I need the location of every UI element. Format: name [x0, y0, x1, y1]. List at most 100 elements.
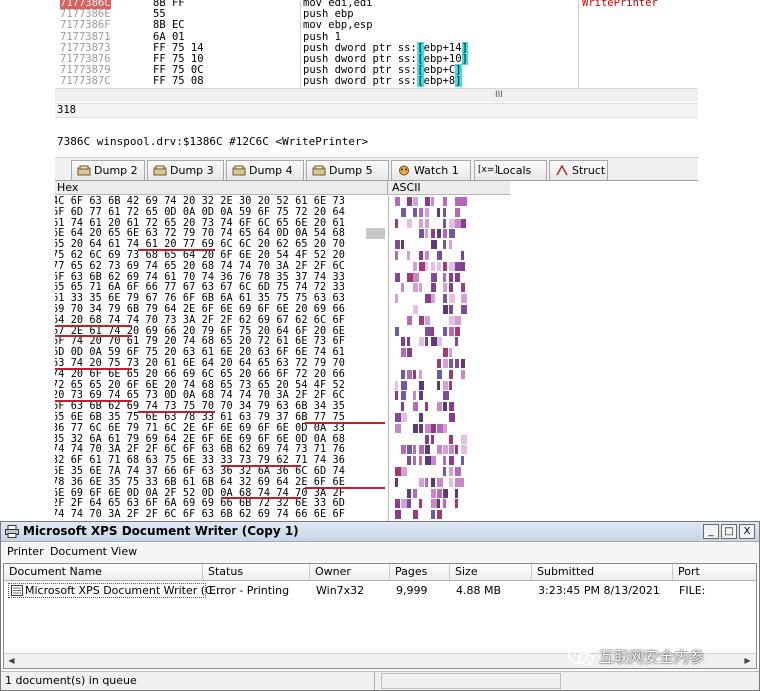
ascii-pixel-block: [419, 315, 424, 325]
ascii-pixel-block: [431, 456, 436, 466]
watermark: 互联网安全内参: [565, 643, 704, 671]
ascii-pixel-block: [425, 218, 429, 228]
hex-row[interactable]: 74 74 70 3A 2F 2F 6C 6F 63 6B 62 69 74 7…: [55, 444, 345, 455]
ascii-pixel-block: [443, 402, 447, 412]
ascii-pixel-block: [395, 391, 398, 401]
ascii-pixel-block: [449, 402, 454, 412]
hex-row[interactable]: 69 70 34 79 6B 79 64 2E 6F 6E 69 6F 6E 2…: [55, 304, 345, 315]
locals-prefix: [x=]: [478, 165, 498, 175]
disasm-comment: WritePrinter: [582, 0, 658, 9]
menu-printer[interactable]: Printer: [5, 543, 46, 561]
ascii-pixel-block: [425, 337, 428, 347]
ascii-pixel-block: [431, 326, 434, 336]
ascii-column-header[interactable]: ASCII: [392, 181, 421, 194]
title-bar[interactable]: Microsoft XPS Document Writer (Copy 1) _…: [1, 522, 759, 542]
col-status[interactable]: Status: [203, 564, 310, 581]
ascii-pixel-block: [419, 229, 424, 239]
dump-icon: [312, 165, 326, 176]
tab-dump-2[interactable]: Dump 2: [71, 160, 145, 180]
ascii-pixel-block: [419, 369, 422, 379]
hex-row[interactable]: 74 20 6F 6E 65 20 66 69 6C 65 20 66 6F 7…: [55, 369, 345, 380]
col-owner[interactable]: Owner: [310, 564, 390, 581]
hex-row[interactable]: 78 36 6E 35 75 33 6B 61 6B 64 32 69 64 2…: [55, 477, 345, 488]
hex-row[interactable]: 36 77 6C 6E 79 71 6C 2E 6F 6E 69 6F 6E 0…: [55, 423, 345, 434]
hex-row[interactable]: 72 65 65 20 6F 6E 20 74 68 65 73 65 20 5…: [55, 380, 345, 391]
ascii-pixel-block: [449, 369, 453, 379]
hex-row[interactable]: 6E 64 20 65 6E 63 72 79 70 74 65 64 0D 0…: [55, 228, 345, 239]
ascii-pixel-block: [443, 456, 446, 466]
scroll-thumb-grip[interactable]: III: [495, 90, 503, 100]
disasm-bytes: FF 75 08: [153, 75, 204, 88]
ascii-pixel-block: [425, 402, 428, 412]
printer-icon: [5, 525, 19, 538]
tab-locals[interactable]: Locals [x=]: [474, 160, 547, 180]
hex-row[interactable]: 2F 2F 64 65 63 6F 6A 69 69 66 6B 72 32 6…: [55, 498, 345, 509]
hex-row[interactable]: 77 65 62 73 69 74 65 20 68 74 74 70 3A 2…: [55, 261, 345, 272]
scroll-left-icon[interactable]: ◀: [4, 654, 19, 668]
ascii-pixel-block: [437, 261, 441, 271]
menu-view[interactable]: View: [109, 543, 139, 561]
ascii-pixel-block: [443, 488, 448, 498]
hex-row[interactable]: 35 32 6A 61 79 69 64 2E 6F 6E 69 6F 6E 0…: [55, 434, 345, 445]
col-size[interactable]: Size: [450, 564, 532, 581]
tab-dump-4[interactable]: Dump 4: [226, 160, 304, 180]
col-port[interactable]: Port: [673, 564, 756, 581]
hex-row[interactable]: 61 74 61 20 61 72 65 20 73 74 6F 6C 65 6…: [55, 218, 345, 229]
ascii-pixel-block: [419, 283, 422, 293]
ascii-pixel-block: [419, 207, 423, 217]
hex-column-header[interactable]: Hex: [57, 181, 78, 194]
ascii-pixel-block: [443, 272, 446, 282]
ascii-pixel-block: [419, 380, 424, 390]
ascii-pixel-block: [449, 380, 452, 390]
menu-document[interactable]: Document: [48, 543, 109, 561]
dump-pane[interactable]: Hex ASCII 4C 6F 63 6B 42 69 74 20 32 2E …: [55, 181, 510, 521]
scroll-right-icon[interactable]: ▶: [740, 654, 755, 668]
hex-row[interactable]: 6F 6D 77 61 72 65 0D 0A 0D 0A 59 6F 75 7…: [55, 207, 345, 218]
ascii-pixel-block: [413, 391, 416, 401]
ascii-pixel-block: [431, 272, 437, 282]
ascii-pixel-block: [449, 467, 453, 476]
hex-row[interactable]: 74 74 70 3A 2F 2F 6C 6F 63 6B 62 69 74 6…: [55, 509, 345, 520]
ascii-pixel-block: [443, 305, 448, 314]
ascii-pixel-block: [395, 499, 400, 509]
ascii-pixel-block: [395, 477, 398, 487]
col-submitted[interactable]: Submitted: [532, 564, 673, 581]
tab-struct[interactable]: Struct: [549, 160, 608, 180]
minimize-button[interactable]: _: [703, 524, 719, 539]
tab-dump-3[interactable]: Dump 3: [147, 160, 224, 180]
hex-area[interactable]: 4C 6F 63 6B 42 69 74 20 32 2E 30 20 52 6…: [55, 196, 387, 521]
hex-row[interactable]: 65 65 71 6A 6F 66 77 67 63 67 6C 6D 75 7…: [55, 282, 345, 293]
hex-row[interactable]: 6D 0D 0A 59 6F 75 20 63 61 6E 20 63 6F 6…: [55, 347, 345, 358]
ascii-pixel-block: [419, 391, 423, 401]
annotation-underline: [55, 335, 132, 338]
ascii-pixel-block: [443, 391, 449, 401]
hex-row[interactable]: 6F 74 20 70 61 79 20 74 68 65 20 72 61 6…: [55, 336, 345, 347]
tab-watch-1[interactable]: Watch 1: [391, 160, 471, 180]
ascii-pixel-block: [413, 456, 416, 466]
disassembly-hscroll[interactable]: III: [55, 88, 698, 102]
maximize-button[interactable]: □: [721, 524, 737, 539]
col-pages[interactable]: Pages: [390, 564, 450, 581]
hex-row[interactable]: 32 6F 61 71 68 63 75 6E 33 33 73 79 62 7…: [55, 455, 345, 466]
ascii-pixel-block: [461, 434, 467, 444]
ascii-pixel-block: [455, 445, 458, 455]
hex-row[interactable]: 75 62 6C 69 73 68 65 64 20 6F 6E 20 54 4…: [55, 250, 345, 261]
hex-row[interactable]: 6E 69 6F 6E 0D 0A 2F 52 0D 0A 68 74 74 7…: [55, 488, 345, 499]
hex-row[interactable]: 6E 35 6E 7A 74 37 66 6F 63 36 32 6A 36 6…: [55, 466, 345, 477]
ascii-pixel-block: [425, 477, 428, 487]
table-row[interactable]: Microsoft XPS Document Writer (C... Erro…: [4, 582, 756, 599]
ascii-pixel-block: [455, 499, 458, 509]
disasm-address: 7177387C: [60, 75, 111, 88]
job-size: 4.88 MB: [456, 584, 502, 597]
hex-row[interactable]: 4C 6F 63 6B 42 69 74 20 32 2E 30 20 52 6…: [55, 196, 345, 207]
hex-row[interactable]: 65 6E 6B 35 75 6E 63 78 33 61 63 79 37 6…: [55, 412, 345, 423]
disassembly-pane[interactable]: 7177386C 8B FF mov edi,edi WritePrinter 7177…: [55, 0, 698, 88]
col-document-name[interactable]: Document Name: [4, 564, 203, 581]
hex-row[interactable]: 6F 63 6B 62 69 74 61 70 74 36 76 78 35 3…: [55, 272, 345, 283]
ascii-pixel-block: [425, 434, 429, 444]
ascii-pixel-block: [449, 240, 452, 250]
tab-dump-5[interactable]: Dump 5: [306, 160, 389, 180]
ascii-pixel-block: [401, 467, 407, 476]
hex-row[interactable]: 61 33 35 6E 79 67 76 6F 6B 6A 61 35 75 7…: [55, 293, 345, 304]
close-button[interactable]: X: [739, 524, 755, 539]
